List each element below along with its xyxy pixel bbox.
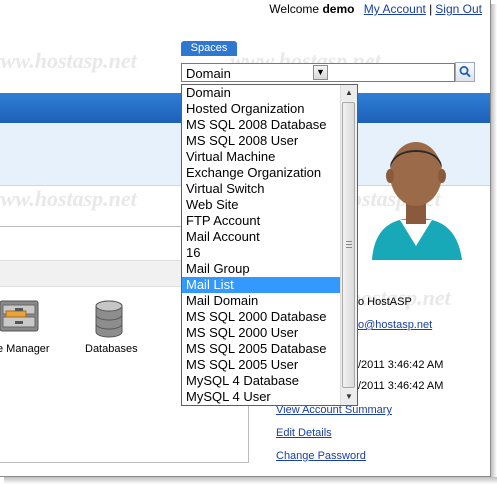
account-created-date: /2011 3:46:42 AM (358, 359, 444, 371)
dropdown-options: Domain Hosted Organization MS SQL 2008 Dat… (182, 85, 341, 405)
account-name: o HostASP (358, 296, 412, 308)
dropdown-option[interactable]: Virtual Switch (182, 181, 341, 197)
dropdown-option[interactable]: MS SQL 2000 Database (182, 309, 341, 325)
dropdown-option[interactable]: MS SQL 2005 Database (182, 341, 341, 357)
dropdown-option[interactable]: 16 (182, 245, 341, 261)
dropdown-option[interactable]: MS SQL 2008 User (182, 133, 341, 149)
user-avatar (372, 142, 462, 260)
dropdown-option[interactable]: Hosted Organization (182, 101, 341, 117)
dropdown-option[interactable]: Mail Account (182, 229, 341, 245)
dropdown-option[interactable]: MySQL 4 User (182, 389, 341, 405)
chevron-down-icon[interactable]: ▼ (313, 65, 328, 80)
databases-label[interactable]: Databases (85, 343, 138, 355)
file-manager-icon[interactable] (0, 297, 40, 335)
scroll-down-icon[interactable]: ▼ (341, 389, 357, 405)
spaces-dropdown-list[interactable]: Domain Hosted Organization MS SQL 2008 Dat… (181, 84, 358, 406)
search-button[interactable] (455, 62, 475, 82)
watermark: www.hostasp.net (0, 186, 137, 211)
separator: | (429, 2, 433, 16)
welcome-label: Welcome (269, 2, 320, 16)
grip-line (346, 241, 352, 242)
username: demo (322, 2, 355, 16)
spaces-select[interactable]: Domain ▼ (181, 63, 330, 82)
dropdown-option[interactable]: Exchange Organization (182, 165, 341, 181)
search-input[interactable] (329, 63, 455, 82)
spaces-select-value: Domain (186, 66, 231, 81)
grip-line (346, 244, 352, 245)
user-bar: Welcome demo My Account | Sign Out (269, 2, 482, 16)
dropdown-option[interactable]: Mail List (182, 277, 341, 293)
dropdown-option[interactable]: Web Site (182, 197, 341, 213)
change-password-link[interactable]: Change Password (276, 450, 366, 462)
page-frame: www.hostasp.net www.hostasp.net www.host… (0, 0, 491, 477)
dropdown-option[interactable]: Mail Domain (182, 293, 341, 309)
dropdown-option[interactable]: MS SQL 2008 Database (182, 117, 341, 133)
watermark: www.hostasp.net (0, 48, 137, 73)
edit-details-link[interactable]: Edit Details (276, 427, 332, 439)
account-updated-date: /2011 3:46:42 AM (358, 380, 444, 392)
dropdown-option[interactable]: Domain (182, 85, 341, 101)
sign-out-link[interactable]: Sign Out (435, 2, 482, 16)
dropdown-option[interactable]: Virtual Machine (182, 149, 341, 165)
dropdown-option[interactable]: MySQL 4 Database (182, 373, 341, 389)
database-icon[interactable] (94, 300, 124, 338)
frame-shadow-right (491, 4, 497, 484)
grip-line (346, 247, 352, 248)
dropdown-option[interactable]: FTP Account (182, 213, 341, 229)
account-email-link[interactable]: o@hostasp.net (358, 319, 432, 331)
file-manager-label[interactable]: e Manager (0, 343, 50, 355)
frame-shadow-bottom (4, 477, 497, 484)
dropdown-option[interactable]: Mail Group (182, 261, 341, 277)
my-account-link[interactable]: My Account (364, 2, 426, 16)
spaces-tab[interactable]: Spaces (181, 41, 237, 56)
dropdown-scrollbar[interactable]: ▲ ▼ (340, 85, 357, 405)
scroll-up-icon[interactable]: ▲ (341, 85, 357, 101)
scrollbar-thumb[interactable] (342, 102, 355, 388)
dropdown-option[interactable]: MS SQL 2000 User (182, 325, 341, 341)
search-icon (459, 66, 471, 78)
dropdown-option[interactable]: MS SQL 2005 User (182, 357, 341, 373)
